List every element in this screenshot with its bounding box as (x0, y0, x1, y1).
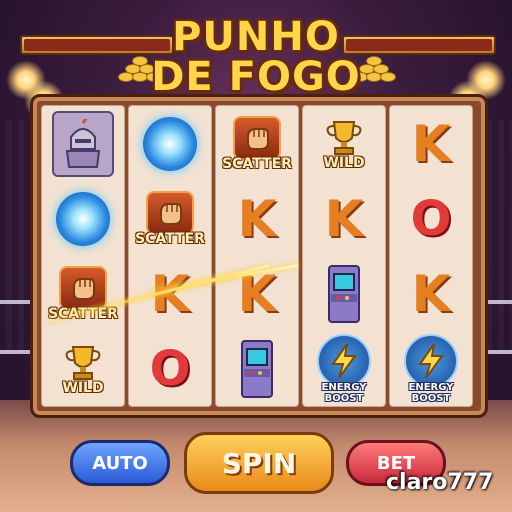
reel-4: WILD K ENERGY BOOST (302, 105, 386, 407)
reel-symbol (129, 106, 211, 181)
symbol-label: ENERGY BOOST (321, 381, 367, 404)
symbol-o: O (410, 190, 452, 247)
symbol-label: ENERGY BOOST (408, 381, 454, 404)
arcade-icon (241, 339, 273, 398)
swirl-icon (143, 116, 197, 171)
lightning-icon (317, 333, 371, 388)
reel-symbol (42, 181, 124, 256)
lightning-icon (404, 333, 458, 388)
watermark: claro777 (386, 470, 494, 495)
symbol-label: WILD (62, 379, 104, 396)
reel-1: SCATTERWILD (41, 105, 125, 407)
reel-symbol: K (129, 256, 211, 331)
symbol-k: K (411, 264, 451, 323)
trophy-icon (324, 117, 364, 159)
reel-5: K O K ENERGY BOOST (389, 105, 473, 407)
auto-button[interactable]: AUTO (70, 440, 170, 486)
knight-icon (52, 110, 114, 177)
reel-symbol: K (216, 181, 298, 256)
fist-icon (146, 190, 194, 235)
reel-symbol: SCATTER (129, 181, 211, 256)
arcade-icon (328, 264, 360, 323)
swirl-icon (56, 191, 110, 246)
symbol-label: SCATTER (135, 230, 205, 247)
trophy-icon (63, 342, 103, 384)
symbol-label: WILD (323, 154, 365, 171)
symbol-k: K (411, 114, 451, 173)
symbol-k: K (237, 189, 277, 248)
reel-symbol: WILD (42, 331, 124, 406)
reel-symbol: O (390, 181, 472, 256)
reel-symbol (303, 256, 385, 331)
symbol-label: SCATTER (222, 155, 292, 172)
reel-2: SCATTER K O (128, 105, 212, 407)
fist-icon (59, 265, 107, 310)
reel-symbol: K (390, 256, 472, 331)
reel-symbol (216, 331, 298, 406)
reel-symbol (42, 106, 124, 181)
reel-symbol: O (129, 331, 211, 406)
reel-symbol: K (303, 181, 385, 256)
reel-symbol: SCATTER (216, 106, 298, 181)
symbol-o: O (149, 340, 191, 397)
reel-symbol: ENERGY BOOST (390, 331, 472, 406)
reel-3: SCATTER K K (215, 105, 299, 407)
reel-symbol: ENERGY BOOST (303, 331, 385, 406)
symbol-k: K (324, 189, 364, 248)
reel-symbol: K (390, 106, 472, 181)
reel-frame: SCATTERWILDSCATTERKOSCATTERKKWILDKENERGY… (30, 94, 488, 418)
fist-icon (233, 115, 281, 160)
spin-button[interactable]: SPIN (184, 432, 334, 494)
reel-symbol: WILD (303, 106, 385, 181)
